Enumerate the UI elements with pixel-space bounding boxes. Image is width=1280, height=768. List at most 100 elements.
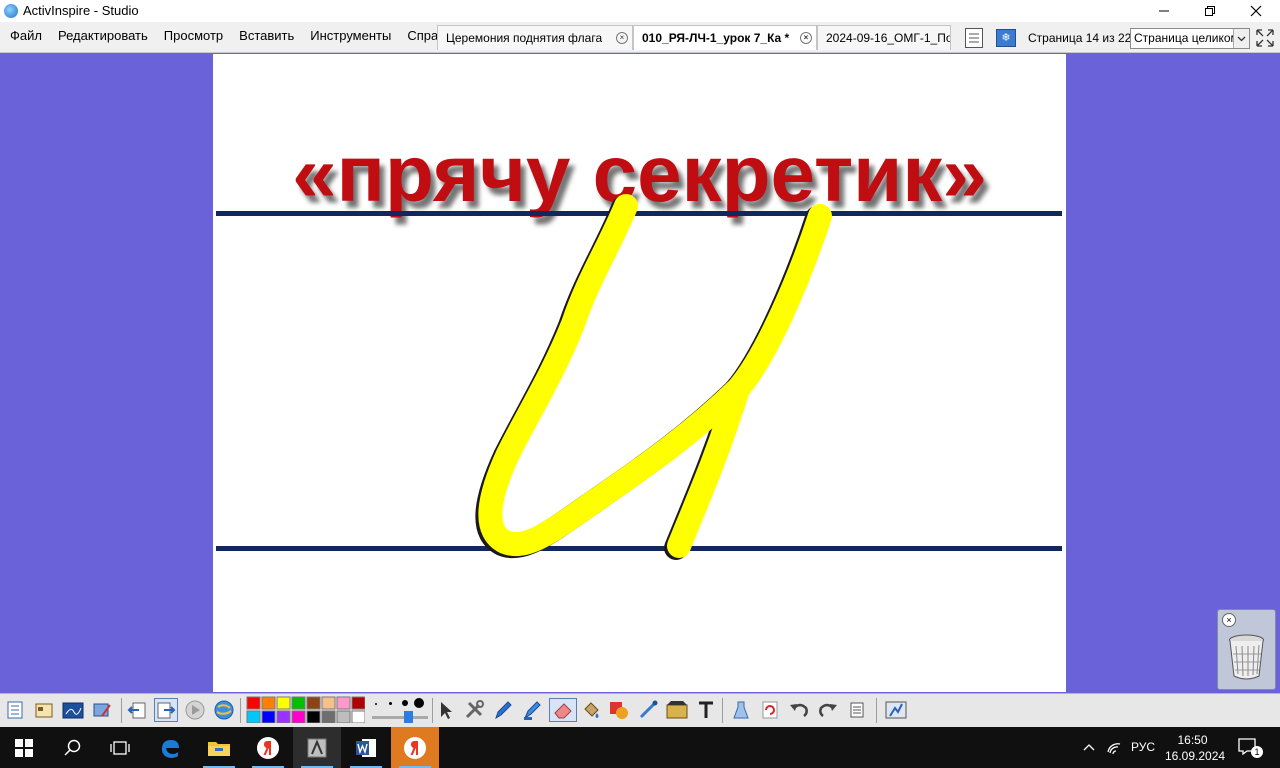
color-swatch[interactable] — [321, 710, 336, 723]
clipart-icon[interactable] — [665, 698, 689, 722]
fullscreen-icon[interactable] — [1255, 28, 1275, 48]
reset-page-icon[interactable] — [758, 698, 782, 722]
toolbox-pin-icon[interactable] — [884, 698, 908, 722]
color-swatch[interactable] — [291, 710, 306, 723]
close-window-button[interactable] — [1233, 0, 1279, 22]
taskbar-edge[interactable] — [146, 727, 194, 768]
color-swatch[interactable] — [276, 696, 291, 710]
folder-icon — [208, 741, 230, 756]
tab-label: 010_РЯ-ЛЧ-1_урок 7_Ка * — [642, 31, 790, 45]
menu-insert[interactable]: Вставить — [231, 22, 302, 52]
taskbar-yandex[interactable] — [391, 727, 439, 768]
clock[interactable]: 16:50 16.09.2024 — [1165, 732, 1226, 764]
undo-icon[interactable] — [787, 698, 811, 722]
close-icon — [1250, 5, 1262, 17]
page-browser-icon[interactable]: ❄ — [996, 29, 1016, 47]
fill-icon[interactable] — [579, 698, 603, 722]
flipchart-icon[interactable] — [61, 698, 85, 722]
chevron-down-icon[interactable] — [1233, 29, 1249, 48]
play-icon[interactable] — [183, 698, 207, 722]
width-option-4[interactable] — [414, 698, 424, 708]
color-swatch[interactable] — [261, 710, 276, 723]
design-mode-icon[interactable] — [90, 698, 114, 722]
minimize-icon — [1159, 10, 1169, 12]
width-option-2[interactable] — [389, 702, 392, 705]
toolbar-separator — [722, 698, 723, 723]
tab-close-icon[interactable]: × — [616, 32, 628, 44]
color-swatch[interactable] — [306, 710, 321, 723]
redo-icon[interactable] — [816, 698, 840, 722]
color-swatch[interactable] — [246, 710, 261, 723]
tab-close-icon[interactable]: × — [800, 32, 812, 44]
main-toolbox — [0, 693, 1280, 727]
clear-icon[interactable] — [729, 698, 753, 722]
edge-icon — [162, 739, 179, 758]
color-swatch[interactable] — [351, 696, 365, 710]
close-icon[interactable]: × — [1222, 613, 1236, 627]
main-menu: Файл Редактировать Просмотр Вставить Инс… — [2, 22, 466, 52]
minimize-button[interactable] — [1141, 0, 1187, 22]
text-icon[interactable] — [694, 698, 718, 722]
taskbar-word[interactable] — [342, 727, 390, 768]
color-swatch[interactable] — [336, 710, 351, 723]
color-swatch[interactable] — [336, 696, 351, 710]
connector-icon[interactable] — [636, 698, 660, 722]
tab-list-icon[interactable] — [965, 28, 983, 48]
color-swatch[interactable] — [306, 696, 321, 710]
notification-center[interactable]: 1 — [1238, 738, 1263, 758]
toolbar-separator — [876, 698, 877, 723]
toolbar-separator — [432, 698, 433, 723]
width-slider-thumb[interactable] — [404, 711, 413, 723]
taskbar-file-explorer[interactable] — [195, 727, 243, 768]
shape-icon[interactable] — [607, 698, 631, 722]
network-icon[interactable] — [1106, 740, 1122, 756]
color-palette[interactable] — [245, 695, 365, 723]
color-swatch[interactable] — [246, 696, 261, 710]
windows-taskbar: РУС 16:50 16.09.2024 1 — [0, 727, 1280, 768]
width-slider-track[interactable] — [372, 716, 428, 719]
zoom-select[interactable]: Страница целиком — [1130, 28, 1250, 49]
tools-icon[interactable] — [462, 698, 486, 722]
toolbar-separator — [240, 698, 241, 723]
next-page-icon[interactable] — [154, 698, 178, 722]
title-bar: ActivInspire - Studio — [0, 0, 1280, 22]
web-browser-icon[interactable] — [212, 698, 236, 722]
handwritten-letter-i-stroke[interactable] — [213, 54, 1066, 692]
start-button[interactable] — [0, 727, 48, 768]
tab-flag-ceremony[interactable]: Церемония поднятия флага × — [437, 25, 633, 50]
width-option-3[interactable] — [402, 700, 408, 706]
color-swatch[interactable] — [261, 696, 276, 710]
browsers-icon[interactable] — [32, 698, 56, 722]
page-icon[interactable] — [845, 698, 869, 722]
trash-can-widget[interactable]: × — [1217, 609, 1276, 690]
menu-tools[interactable]: Инструменты — [302, 22, 399, 52]
chevron-up-icon[interactable] — [1083, 742, 1095, 752]
restore-icon — [1205, 6, 1215, 16]
main-menu-icon[interactable] — [3, 698, 27, 722]
input-language[interactable]: РУС — [1131, 740, 1155, 754]
color-swatch[interactable] — [276, 710, 291, 723]
taskbar-yandex-browser[interactable] — [244, 727, 292, 768]
menu-file[interactable]: Файл — [2, 22, 50, 52]
activinspire-icon — [307, 738, 327, 757]
highlighter-icon[interactable] — [520, 698, 544, 722]
color-swatch[interactable] — [351, 710, 365, 723]
taskbar-activinspire[interactable] — [293, 727, 341, 768]
select-icon[interactable] — [434, 698, 458, 722]
previous-page-icon[interactable] — [125, 698, 149, 722]
clock-date: 16.09.2024 — [1165, 749, 1226, 763]
restore-button[interactable] — [1187, 0, 1233, 22]
tab-omg-prep[interactable]: 2024-09-16_ОМГ-1_Подгото — [817, 25, 951, 50]
color-swatch[interactable] — [321, 696, 336, 710]
tab-lesson-7[interactable]: 010_РЯ-ЛЧ-1_урок 7_Ка * × — [633, 25, 817, 50]
menu-edit[interactable]: Редактировать — [50, 22, 156, 52]
menu-view[interactable]: Просмотр — [156, 22, 231, 52]
search-button[interactable] — [48, 727, 96, 768]
task-view-button[interactable] — [96, 727, 144, 768]
width-option-1[interactable] — [375, 703, 377, 705]
eraser-icon[interactable] — [549, 698, 577, 722]
pen-icon[interactable] — [491, 698, 515, 722]
task-view-icon — [110, 740, 130, 755]
flipchart-page[interactable]: «прячу секретик» — [213, 54, 1066, 692]
color-swatch[interactable] — [291, 696, 306, 710]
